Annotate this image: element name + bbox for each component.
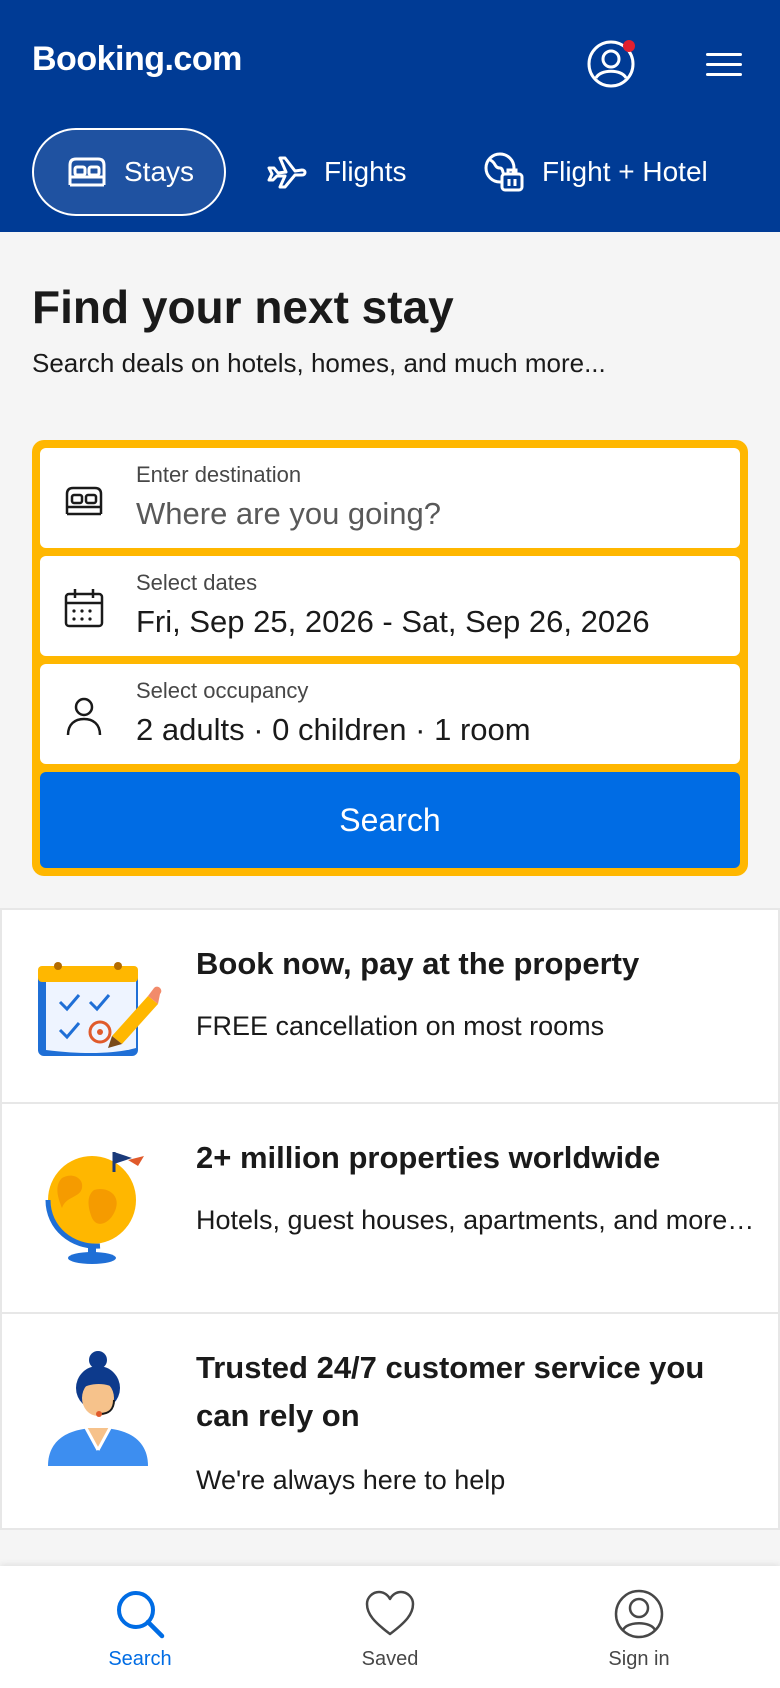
notification-dot xyxy=(623,40,635,52)
search-button[interactable]: Search xyxy=(40,772,740,868)
benefit-card: 2+ million properties worldwide Hotels, … xyxy=(0,1102,780,1314)
app-header: Booking.com Stays Flights Flight + Hotel xyxy=(0,0,780,232)
heart-icon xyxy=(365,1590,415,1636)
search-form: Enter destination Where are you going? S… xyxy=(32,440,748,876)
dates-value[interactable]: Fri, Sep 25, 2026 - Sat, Sep 26, 2026 xyxy=(136,604,650,640)
nav-sign-in-label: Sign in xyxy=(608,1648,670,1670)
calendar-icon xyxy=(64,589,104,628)
product-tabs: Stays Flights Flight + Hotel xyxy=(0,128,780,216)
occupancy-field[interactable]: Select occupancy 2 adults · 0 children ·… xyxy=(40,664,740,764)
benefit-text: FREE cancellation on most rooms xyxy=(196,1011,605,1041)
person-icon xyxy=(66,697,102,736)
dates-label: Select dates xyxy=(136,570,258,595)
brand-logo[interactable]: Booking.com xyxy=(32,40,242,79)
benefit-text: Hotels, guest houses, apartments, and mo… xyxy=(196,1205,755,1235)
bed-icon xyxy=(68,157,106,187)
globe-illustration xyxy=(45,1152,144,1264)
plane-icon xyxy=(267,156,307,189)
occupancy-label: Select occupancy xyxy=(136,678,309,703)
benefit-card: Trusted 24/7 customer service you can re… xyxy=(0,1312,780,1530)
tab-flights[interactable]: Flights xyxy=(250,128,422,216)
nav-saved[interactable]: Saved xyxy=(310,1588,470,1684)
tab-flights-label: Flights xyxy=(324,156,407,187)
account-button[interactable] xyxy=(585,38,637,90)
calendar-checklist-illustration xyxy=(38,962,162,1056)
benefit-text: We're always here to help xyxy=(196,1465,506,1495)
benefit-title: 2+ million properties worldwide xyxy=(196,1140,661,1175)
dates-field[interactable]: Select dates Fri, Sep 25, 2026 - Sat, Se… xyxy=(40,556,740,656)
search-icon xyxy=(117,1591,165,1639)
occupancy-value[interactable]: 2 adults · 0 children · 1 room xyxy=(136,712,531,748)
tab-flight-hotel[interactable]: Flight + Hotel xyxy=(466,128,724,216)
tab-stays[interactable]: Stays xyxy=(32,128,226,216)
page-title: Find your next stay xyxy=(32,281,454,333)
destination-input[interactable]: Where are you going? xyxy=(136,496,441,532)
page-subtitle: Search deals on hotels, homes, and much … xyxy=(32,348,606,378)
nav-search[interactable]: Search xyxy=(60,1588,220,1684)
user-circle-icon xyxy=(614,1589,664,1639)
nav-saved-label: Saved xyxy=(361,1648,419,1670)
destination-label: Enter destination xyxy=(136,462,302,487)
flight-hotel-icon xyxy=(484,152,524,192)
bed-icon xyxy=(65,486,103,516)
bottom-nav: Search Saved Sign in xyxy=(0,1566,780,1688)
tab-flight-hotel-label: Flight + Hotel xyxy=(542,156,708,187)
benefit-card: Book now, pay at the property FREE cance… xyxy=(0,908,780,1104)
nav-sign-in[interactable]: Sign in xyxy=(559,1588,719,1684)
benefit-title: Book now, pay at the property xyxy=(196,946,640,981)
support-agent-illustration xyxy=(48,1351,148,1466)
destination-field[interactable]: Enter destination Where are you going? xyxy=(40,448,740,548)
benefit-title: Trusted 24/7 customer service you can re… xyxy=(196,1350,705,1433)
nav-search-label: Search xyxy=(108,1648,172,1670)
page: Booking.com Stays Flights Flight + Hotel… xyxy=(0,0,780,1688)
tab-stays-label: Stays xyxy=(124,156,195,187)
hamburger-menu-icon[interactable] xyxy=(704,48,744,80)
